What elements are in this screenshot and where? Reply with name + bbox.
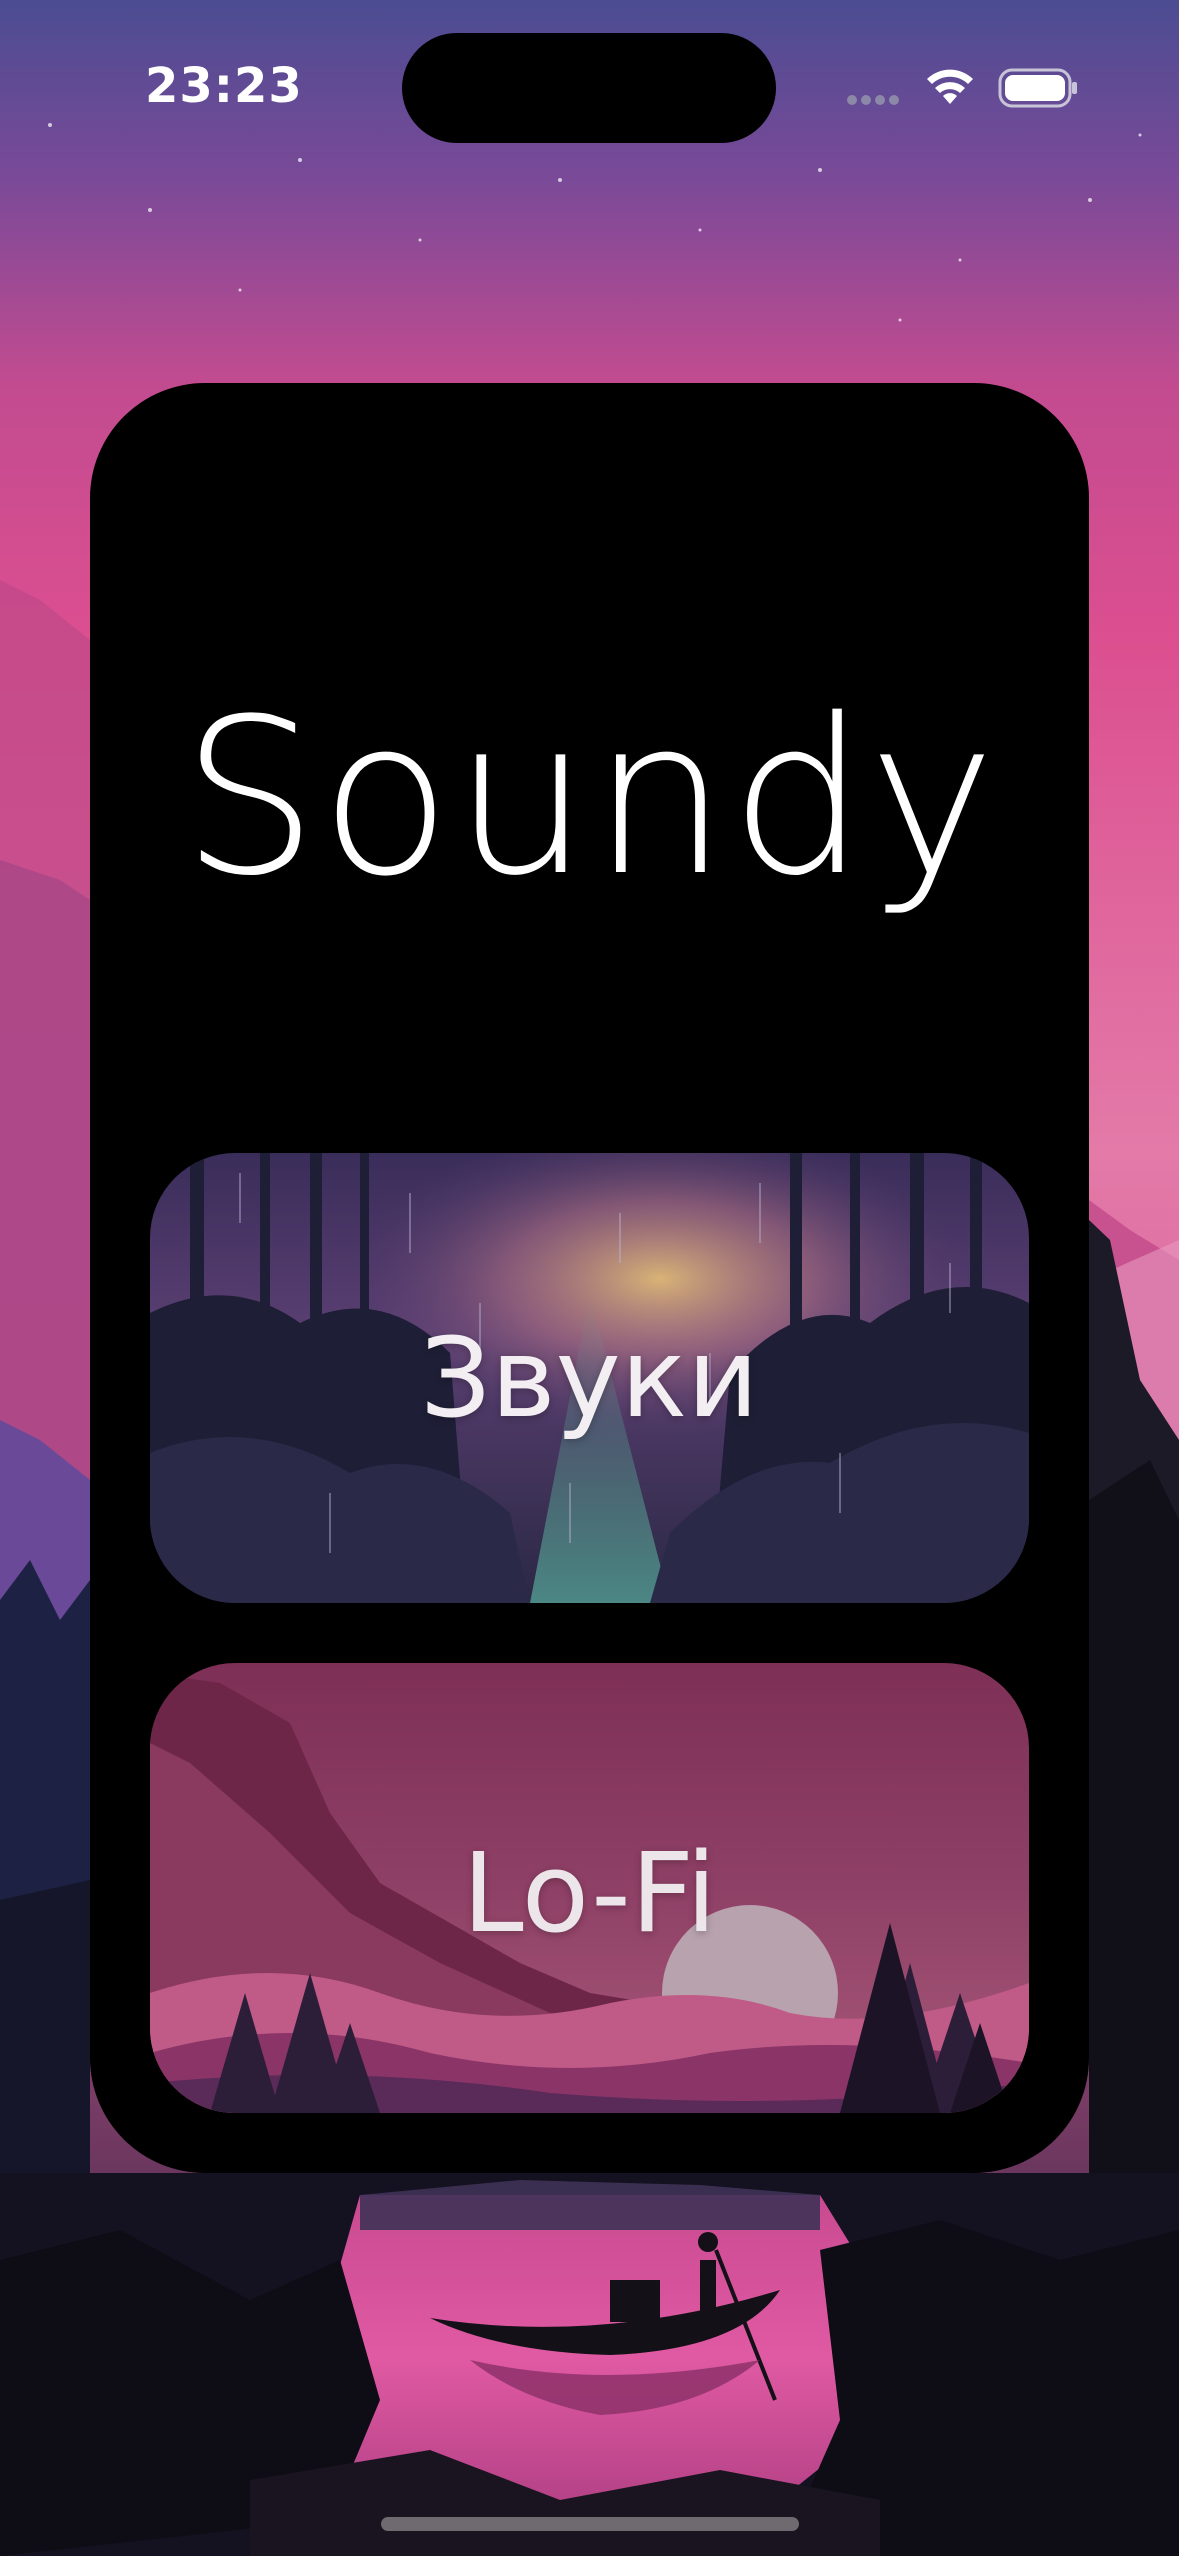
sounds-tile[interactable]: Звуки [150, 1153, 1029, 1603]
app-screen: 23:23 Soundy Звуки Lo-Fi [0, 0, 1179, 2556]
status-bar-time: 23:23 [145, 58, 303, 114]
main-card: Soundy Звуки Lo-Fi [90, 383, 1089, 2173]
lofi-tile-label: Lo-Fi [462, 1829, 717, 1957]
app-title: Soundy [181, 672, 998, 923]
lofi-tile[interactable]: Lo-Fi [150, 1663, 1029, 2113]
sounds-tile-label: Звуки [420, 1314, 759, 1442]
dynamic-island [402, 33, 776, 143]
home-indicator[interactable] [381, 2517, 799, 2531]
battery-icon [998, 68, 1077, 108]
wifi-icon [927, 69, 973, 104]
signal-icon [847, 95, 899, 105]
